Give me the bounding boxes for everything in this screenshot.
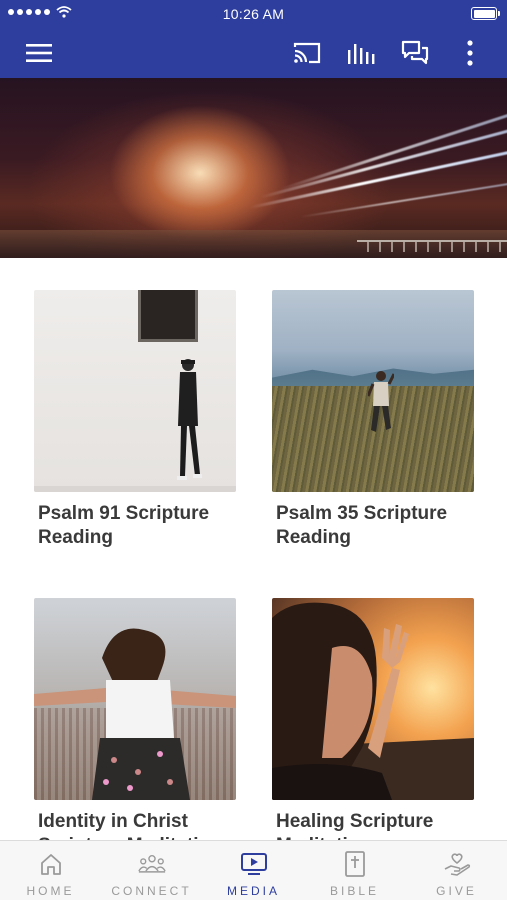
media-tv-icon [240,850,268,878]
media-card[interactable]: Psalm 35 Scripture Reading [272,290,474,550]
wifi-icon [56,6,72,18]
media-thumbnail[interactable] [272,598,474,800]
media-grid: Psalm 91 Scripture Reading Psalm 35 Scri… [0,258,507,840]
tab-label: MEDIA [226,884,280,898]
media-thumbnail[interactable] [272,290,474,492]
tab-label: GIVE [436,884,477,898]
bible-icon [341,850,369,878]
people-icon [137,850,166,878]
more-vertical-icon[interactable] [455,38,485,68]
tab-media[interactable]: MEDIA [203,841,304,900]
tab-bible[interactable]: BIBLE [304,841,405,900]
audio-bars-icon[interactable] [346,38,376,68]
media-title[interactable]: Psalm 35 Scripture Reading [272,502,474,550]
chat-icon[interactable] [400,38,430,68]
signal-dots-icon [8,9,50,15]
hero-banner-image[interactable] [0,78,507,258]
media-title[interactable]: Healing Scripture Meditation [272,810,474,840]
media-card[interactable]: Psalm 91 Scripture Reading [34,290,236,550]
tab-give[interactable]: GIVE [406,841,507,900]
media-title[interactable]: Identity in Christ Scripture Meditation [34,810,236,840]
tab-label: CONNECT [111,884,192,898]
status-bar: 10:26 AM [0,0,507,28]
media-thumbnail[interactable] [34,290,236,492]
tab-label: BIBLE [329,884,380,898]
media-card[interactable]: Identity in Christ Scripture Meditation [34,598,236,840]
status-time: 10:26 AM [222,6,285,22]
give-hand-heart-icon [443,850,471,878]
media-title[interactable]: Psalm 91 Scripture Reading [34,502,236,550]
tab-label: HOME [26,884,75,898]
status-left [8,6,72,18]
tab-connect[interactable]: CONNECT [101,841,202,900]
menu-icon[interactable] [24,38,54,68]
cast-icon[interactable] [292,38,322,68]
bottom-tab-bar: HOME CONNECT MEDIA BIBLE GIVE [0,840,507,900]
home-icon [37,850,65,878]
tab-home[interactable]: HOME [0,841,101,900]
media-card[interactable]: Healing Scripture Meditation [272,598,474,840]
app-bar [0,28,507,78]
media-thumbnail[interactable] [34,598,236,800]
battery-icon [471,7,500,20]
